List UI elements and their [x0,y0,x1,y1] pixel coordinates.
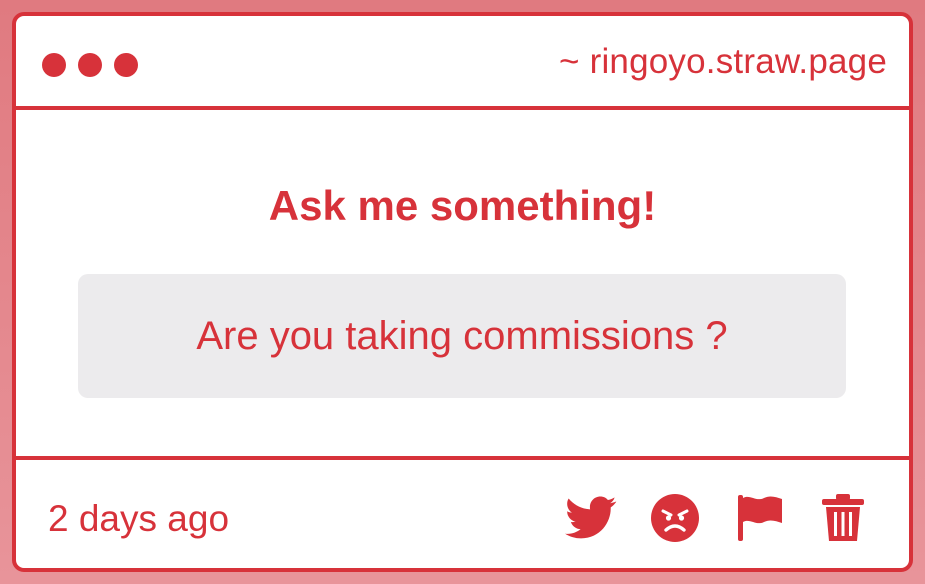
action-bar [563,490,871,546]
window-dot-3[interactable] [114,53,138,77]
window-controls [42,53,138,77]
delete-button[interactable] [815,490,871,546]
window-dot-2[interactable] [78,53,102,77]
trash-icon [822,494,864,541]
share-twitter-button[interactable] [563,490,619,546]
browser-window: ~ ringoyo.straw.page Ask me something! A… [12,12,913,572]
question-box: Are you taking commissions ? [78,274,846,398]
question-text: Are you taking commissions ? [196,313,728,358]
flag-icon [738,495,782,541]
report-button[interactable] [731,490,787,546]
ask-card: Ask me something! Are you taking commiss… [16,110,909,460]
card-footer: 2 days ago [16,460,909,568]
react-angry-button[interactable] [647,490,703,546]
angry-face-icon [651,494,699,542]
title-bar: ~ ringoyo.straw.page [16,16,909,110]
page-title: Ask me something! [268,182,657,229]
page-url[interactable]: ~ ringoyo.straw.page [559,42,887,82]
timestamp: 2 days ago [48,498,230,539]
twitter-icon [565,496,617,539]
window-dot-1[interactable] [42,53,66,77]
